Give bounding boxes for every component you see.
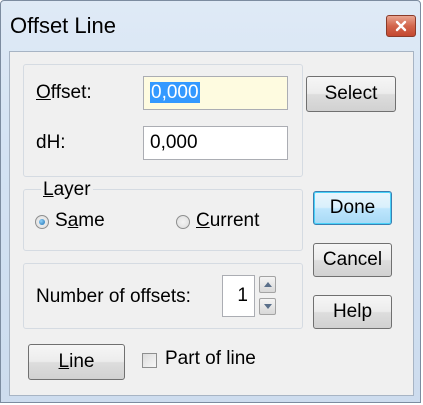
current-radio[interactable]	[176, 215, 190, 229]
spin-up-icon	[263, 282, 272, 287]
close-button[interactable]	[386, 15, 416, 37]
done-button[interactable]: Done	[313, 191, 392, 225]
offsets-value: 1	[237, 285, 248, 306]
spin-down-icon	[263, 304, 272, 309]
dialog-client-area: Offset: 0,000 dH: 0,000 Select Layer Sam…	[9, 51, 414, 396]
dh-label: dH:	[36, 132, 66, 153]
offsets-label: Number of offsets:	[36, 286, 191, 307]
dh-input[interactable]: 0,000	[143, 126, 288, 160]
window-title: Offset Line	[10, 13, 116, 38]
line-button[interactable]: Line	[28, 344, 125, 380]
current-label[interactable]: Current	[196, 210, 259, 232]
offset-input[interactable]: 0,000	[143, 76, 288, 110]
same-radio[interactable]	[35, 215, 49, 229]
help-button[interactable]: Help	[313, 295, 392, 329]
offset-label: Offset:	[36, 82, 92, 103]
select-button[interactable]: Select	[306, 76, 396, 112]
layer-group-label: Layer	[41, 179, 93, 201]
offsets-spin-down[interactable]	[259, 298, 276, 315]
close-icon	[395, 20, 407, 32]
offsets-spin-up[interactable]	[259, 276, 276, 293]
same-label[interactable]: Same	[55, 210, 105, 232]
part-of-line-checkbox[interactable]	[142, 353, 157, 368]
cancel-button[interactable]: Cancel	[313, 243, 392, 277]
part-of-line-label[interactable]: Part of line	[165, 348, 256, 370]
offset-value: 0,000	[150, 82, 200, 103]
offsets-input[interactable]: 1	[222, 275, 255, 317]
dialog-window: Offset Line Offset: 0,000 dH: 0,000 Sele…	[0, 0, 421, 403]
